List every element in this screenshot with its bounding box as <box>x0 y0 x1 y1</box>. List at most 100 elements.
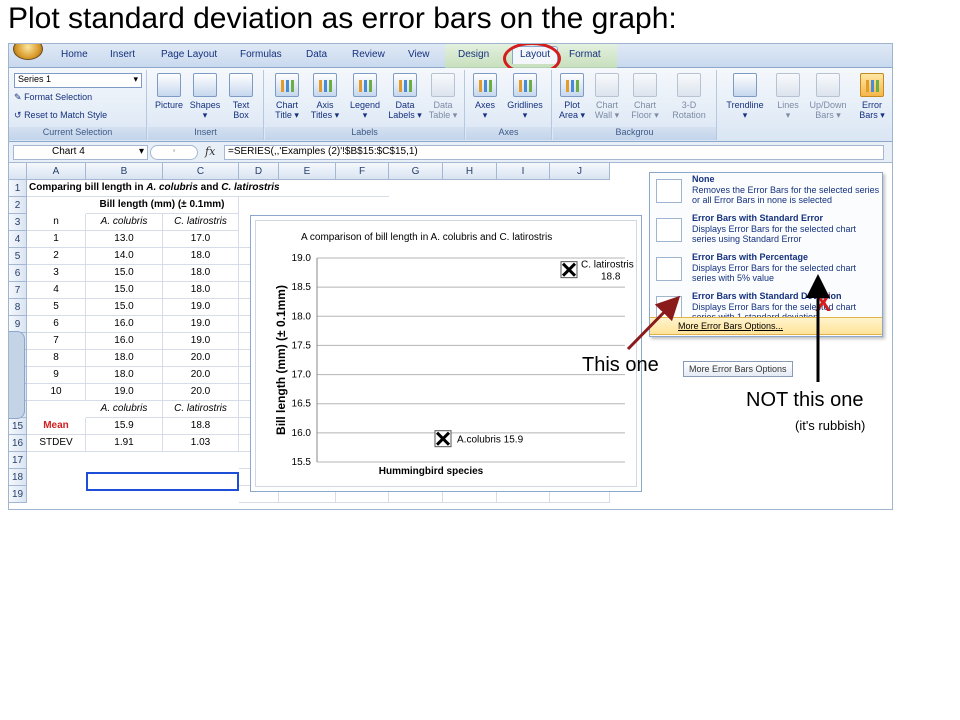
row-header-16[interactable]: 16 <box>9 435 27 452</box>
n-value-cell[interactable]: 2 <box>27 248 86 265</box>
row-header-5[interactable]: 5 <box>9 248 27 265</box>
office-button[interactable] <box>13 44 43 60</box>
chart-title-button[interactable]: Chart Title ▾ <box>271 73 303 120</box>
axis-titles-button[interactable]: Axis Titles ▾ <box>308 73 342 120</box>
header-c-latirostris-cell[interactable]: C. latirostris <box>163 214 239 231</box>
row-header-17[interactable]: 17 <box>9 452 27 469</box>
a-colubris-value-cell[interactable]: 15.0 <box>86 265 163 282</box>
n-value-cell[interactable]: 10 <box>27 384 86 401</box>
tab-home[interactable]: Home <box>61 49 88 60</box>
n-value-cell[interactable]: 8 <box>27 350 86 367</box>
shapes-button[interactable]: Shapes ▾ <box>188 73 222 120</box>
row-header-4[interactable]: 4 <box>9 231 27 248</box>
column-header-i[interactable]: I <box>497 163 550 180</box>
up-down-bars-button[interactable]: Up/Down Bars ▾ <box>806 73 850 120</box>
c-latirostris-value-cell[interactable]: 18.0 <box>163 248 239 265</box>
a-colubris-value-cell[interactable]: 15.0 <box>86 282 163 299</box>
c-latirostris-value-cell[interactable]: 18.0 <box>163 282 239 299</box>
tab-formulas[interactable]: Formulas <box>240 49 282 60</box>
row-header-6[interactable]: 6 <box>9 265 27 282</box>
lines-button[interactable]: Lines ▾ <box>773 73 803 120</box>
row-header-1[interactable]: 1 <box>9 180 27 197</box>
reset-to-match-style-button[interactable]: ↺ Reset to Match Style <box>14 110 107 121</box>
a-colubris-value-cell[interactable]: 19.0 <box>86 384 163 401</box>
row-header-7[interactable]: 7 <box>9 282 27 299</box>
legend-button[interactable]: Legend ▾ <box>347 73 383 120</box>
column-header-a[interactable]: A <box>27 163 86 180</box>
column-header-f[interactable]: F <box>336 163 389 180</box>
gridlines-button[interactable]: Gridlines ▾ <box>502 73 548 120</box>
trendline-button[interactable]: Trendline ▾ <box>720 73 770 120</box>
header-a-colubris-cell[interactable]: A. colubris <box>86 214 163 231</box>
row-header-8[interactable]: 8 <box>9 299 27 316</box>
formula-input[interactable]: =SERIES(,,'Examples (2)'!$B$15:$C$15,1) <box>224 145 884 160</box>
mean-c-cell[interactable]: 18.8 <box>163 418 239 435</box>
formula-expand-control[interactable]: ◦ <box>150 145 198 160</box>
a-colubris-value-cell[interactable]: 16.0 <box>86 333 163 350</box>
c-latirostris-value-cell[interactable]: 20.0 <box>163 367 239 384</box>
column-header-h[interactable]: H <box>443 163 497 180</box>
n-value-cell[interactable]: 3 <box>27 265 86 282</box>
column-header-j[interactable]: J <box>550 163 610 180</box>
mean-label-cell[interactable]: Mean <box>27 418 86 435</box>
tab-format[interactable]: Format <box>569 49 601 60</box>
chart-wall-button[interactable]: Chart Wall ▾ <box>591 73 623 120</box>
row-header-2[interactable]: 2 <box>9 197 27 214</box>
fx-icon[interactable]: fx <box>205 145 215 158</box>
stdev-label-cell[interactable]: STDEV <box>27 435 86 452</box>
n-value-cell[interactable]: 6 <box>27 316 86 333</box>
column-header-e[interactable]: E <box>279 163 336 180</box>
mean-a-cell[interactable]: 15.9 <box>86 418 163 435</box>
repeat-header-c-cell[interactable]: C. latirostris <box>163 401 239 418</box>
row-header-18[interactable]: 18 <box>9 469 27 486</box>
column-header-b[interactable]: B <box>86 163 163 180</box>
tab-data[interactable]: Data <box>306 49 327 60</box>
n-value-cell[interactable]: 7 <box>27 333 86 350</box>
text-box-button[interactable]: Text Box <box>226 73 256 120</box>
c-latirostris-value-cell[interactable]: 19.0 <box>163 333 239 350</box>
row-header-19[interactable]: 19 <box>9 486 27 503</box>
tab-review[interactable]: Review <box>352 49 385 60</box>
row-header-15[interactable]: 15 <box>9 418 27 435</box>
bill-length-header-cell[interactable]: Bill length (mm) (± 0.1mm) <box>86 197 239 214</box>
c-latirostris-value-cell[interactable]: 17.0 <box>163 231 239 248</box>
error-bars-button[interactable]: Error Bars ▾ <box>854 73 890 120</box>
column-header-d[interactable]: D <box>239 163 279 180</box>
tab-insert[interactable]: Insert <box>110 49 135 60</box>
tab-page-layout[interactable]: Page Layout <box>161 49 217 60</box>
more-error-bars-options-item[interactable]: More Error Bars Options... <box>650 317 882 335</box>
error-bars-none-item[interactable]: None Removes the Error Bars for the sele… <box>650 173 882 212</box>
data-table-button[interactable]: Data Table ▾ <box>425 73 461 120</box>
tab-view[interactable]: View <box>408 49 430 60</box>
sheet-title-cell[interactable]: Comparing bill length in A. colubris and… <box>27 180 389 197</box>
row-header-3[interactable]: 3 <box>9 214 27 231</box>
a-colubris-value-cell[interactable]: 14.0 <box>86 248 163 265</box>
format-selection-button[interactable]: ✎ Format Selection <box>14 92 92 103</box>
n-value-cell[interactable]: 4 <box>27 282 86 299</box>
axes-button[interactable]: Axes ▾ <box>470 73 500 120</box>
a-colubris-value-cell[interactable]: 15.0 <box>86 299 163 316</box>
c-latirostris-value-cell[interactable]: 18.0 <box>163 265 239 282</box>
c-latirostris-value-cell[interactable]: 19.0 <box>163 299 239 316</box>
stdev-c-cell[interactable]: 1.03 <box>163 435 239 452</box>
stdev-a-cell[interactable]: 1.91 <box>86 435 163 452</box>
a-colubris-value-cell[interactable]: 16.0 <box>86 316 163 333</box>
3d-rotation-button[interactable]: 3-D Rotation <box>667 73 711 120</box>
tab-design[interactable]: Design <box>458 49 489 60</box>
column-header-g[interactable]: G <box>389 163 443 180</box>
n-value-cell[interactable]: 5 <box>27 299 86 316</box>
column-header-c[interactable]: C <box>163 163 239 180</box>
error-bars-standard-error-item[interactable]: Error Bars with Standard Error Displays … <box>650 212 882 251</box>
header-n-cell[interactable]: n <box>27 214 86 231</box>
c-latirostris-value-cell[interactable]: 19.0 <box>163 316 239 333</box>
c-latirostris-value-cell[interactable]: 20.0 <box>163 384 239 401</box>
n-value-cell[interactable]: 9 <box>27 367 86 384</box>
c-latirostris-value-cell[interactable]: 20.0 <box>163 350 239 367</box>
error-bars-percentage-item[interactable]: Error Bars with Percentage Displays Erro… <box>650 251 882 290</box>
data-labels-button[interactable]: Data Labels ▾ <box>387 73 423 120</box>
repeat-header-a-cell[interactable]: A. colubris <box>86 401 163 418</box>
a-colubris-value-cell[interactable]: 18.0 <box>86 350 163 367</box>
chart-floor-button[interactable]: Chart Floor ▾ <box>627 73 663 120</box>
picture-button[interactable]: Picture <box>152 73 186 110</box>
a-colubris-value-cell[interactable]: 18.0 <box>86 367 163 384</box>
